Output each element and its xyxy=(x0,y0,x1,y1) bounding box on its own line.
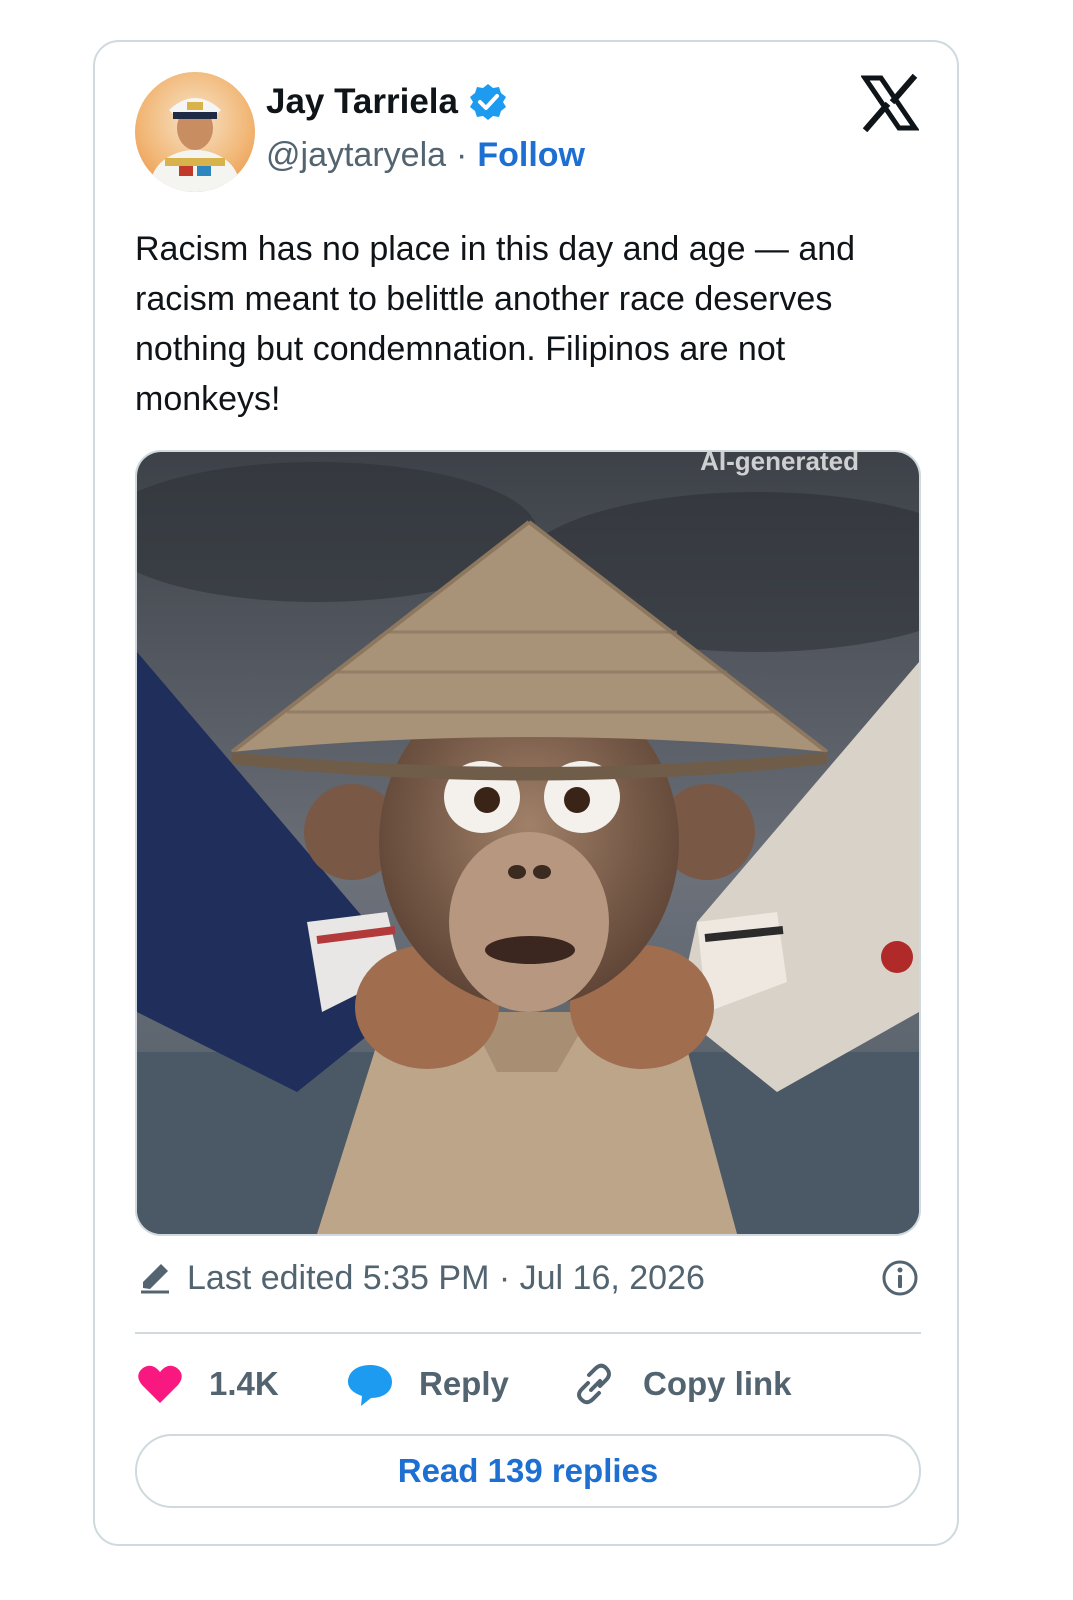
edited-timestamp[interactable]: Last edited 5:35 PM · Jul 16, 2026 xyxy=(187,1259,705,1298)
link-icon xyxy=(577,1363,611,1405)
tweet-embed-card: Jay Tarriela @jaytaryela · Follow Racism… xyxy=(93,40,959,1546)
author-handle[interactable]: @jaytaryela xyxy=(266,136,446,175)
tweet-text: Racism has no place in this day and age … xyxy=(135,230,856,418)
avatar[interactable] xyxy=(135,72,255,192)
follow-button[interactable]: Follow xyxy=(477,136,585,175)
separator-dot: · xyxy=(456,136,468,174)
copy-link-label: Copy link xyxy=(643,1365,792,1402)
media-illustration xyxy=(137,452,919,1234)
heart-icon xyxy=(138,1365,182,1403)
x-logo-icon[interactable] xyxy=(860,73,920,133)
author-display-name[interactable]: Jay Tarriela xyxy=(266,82,458,122)
divider xyxy=(135,1332,921,1334)
avatar-image xyxy=(151,98,239,192)
reply-label: Reply xyxy=(419,1365,509,1402)
action-bar: 1.4K Reply Copy link xyxy=(135,1354,921,1414)
media-watermark: AI-generated xyxy=(700,450,859,476)
copy-link-button[interactable]: Copy link xyxy=(569,1359,792,1409)
author-name-row: Jay Tarriela xyxy=(266,82,508,122)
like-count: 1.4K xyxy=(209,1365,279,1402)
read-replies-button[interactable]: Read 139 replies xyxy=(135,1434,921,1508)
tweet-media-image[interactable]: AI-generated xyxy=(135,450,921,1236)
pencil-icon xyxy=(135,1258,175,1298)
info-icon[interactable] xyxy=(881,1259,919,1297)
chat-bubble-icon xyxy=(348,1365,392,1406)
verified-badge-icon xyxy=(468,82,508,122)
edited-timestamp-row: Last edited 5:35 PM · Jul 16, 2026 xyxy=(135,1258,921,1298)
like-button[interactable]: 1.4K xyxy=(135,1359,345,1409)
reply-button[interactable]: Reply xyxy=(345,1359,569,1409)
author-handle-row: @jaytaryela · Follow xyxy=(266,136,585,175)
